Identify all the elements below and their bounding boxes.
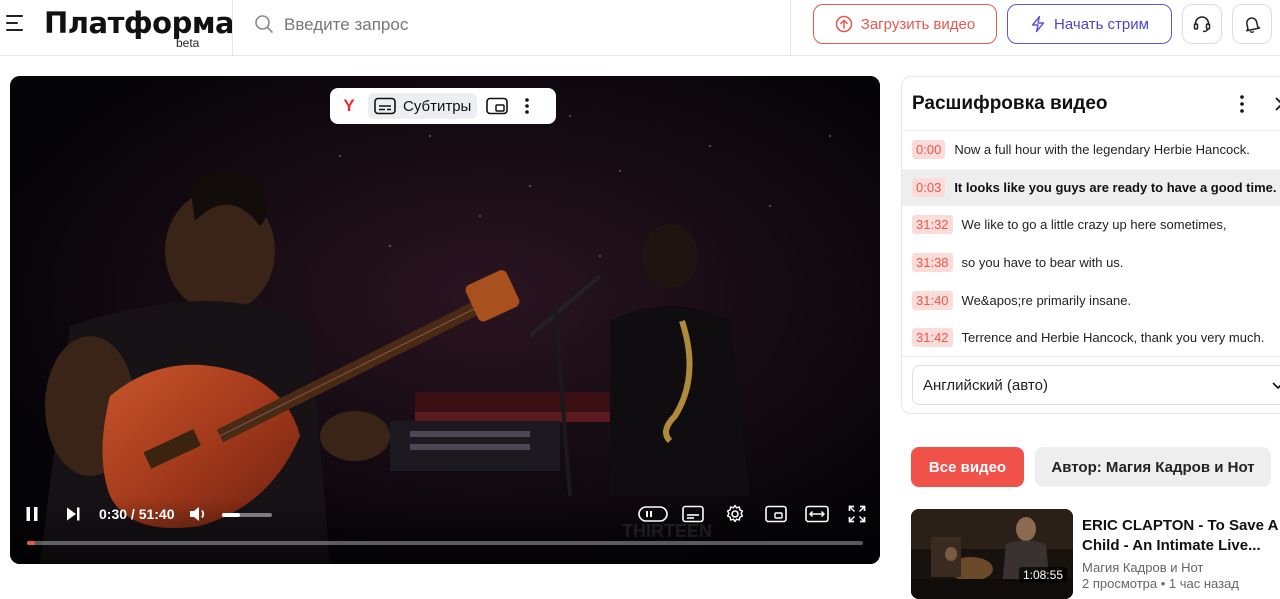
bell-icon	[1246, 17, 1261, 33]
more-vertical-icon	[525, 98, 530, 114]
progress-played	[27, 541, 36, 545]
miniplayer-icon	[765, 505, 787, 523]
transcript-text: Now a full hour with the legendary Herbi…	[954, 142, 1250, 158]
transcript-row[interactable]: 0:03 It looks like you guys are ready to …	[902, 168, 1280, 207]
volume-level	[222, 513, 240, 517]
gear-icon	[726, 504, 744, 523]
transcript-timestamp[interactable]: 0:03	[912, 177, 946, 197]
author-filter-button[interactable]: Автор: Магия Кадров и Нот	[1035, 447, 1271, 487]
transcript-timestamp[interactable]: 31:32	[912, 215, 953, 235]
search-input[interactable]	[284, 12, 764, 38]
start-stream-button[interactable]: Начать стрим	[1007, 4, 1172, 44]
divider	[902, 356, 1280, 357]
pause-icon	[26, 507, 38, 521]
transcript-text: We&apos;re primarily insane.	[961, 292, 1132, 308]
volume-button[interactable]	[186, 504, 210, 524]
picture-in-picture-button[interactable]	[483, 93, 511, 119]
video-duration: 1:08:55	[1018, 567, 1067, 583]
transcript-list: 0:00 Now a full hour with the legendary H…	[902, 131, 1280, 357]
subtitles-toolbar: Y Субтитры	[330, 88, 556, 124]
subtitles-icon	[374, 97, 396, 115]
transcript-timestamp[interactable]: 31:42	[912, 328, 953, 348]
transcript-timestamp[interactable]: 31:38	[912, 253, 953, 273]
settings-button[interactable]	[724, 504, 746, 524]
more-vertical-icon[interactable]	[1232, 93, 1252, 115]
support-button[interactable]	[1182, 4, 1222, 44]
video-author[interactable]: Магия Кадров и Нот	[1082, 560, 1203, 575]
video-frame: THIRTEEN	[10, 76, 880, 564]
header-divider	[232, 0, 233, 56]
all-videos-button[interactable]: Все видео	[911, 447, 1024, 487]
search-icon	[255, 15, 273, 33]
volume-slider[interactable]	[222, 513, 272, 517]
start-stream-label: Начать стрим	[1054, 15, 1149, 33]
transcript-row[interactable]: 31:40 We&apos;re primarily insane.	[902, 281, 1280, 319]
transcript-text: We like to go a little crazy up here som…	[961, 217, 1227, 233]
yandex-logo[interactable]: Y	[336, 93, 362, 119]
more-options-button[interactable]	[517, 93, 537, 119]
logo-beta-badge: beta	[176, 36, 200, 50]
fullscreen-icon	[848, 505, 866, 523]
upload-video-label: Загрузить видео	[860, 15, 976, 33]
transcript-text: so you have to bear with us.	[961, 255, 1124, 271]
volume-icon	[190, 507, 205, 521]
player-controls: 0:30 / 51:40	[10, 498, 880, 564]
transcript-timestamp[interactable]: 31:40	[912, 290, 953, 310]
video-title[interactable]: ERIC CLAPTON - To Save A Child - An Inti…	[1082, 516, 1280, 556]
transcript-title: Расшифровка видео	[912, 93, 1108, 114]
next-button[interactable]	[63, 504, 83, 524]
transcript-row[interactable]: 31:42 Terrence and Herbie Hancock, thank …	[902, 319, 1280, 357]
subtitles-label: Субтитры	[403, 97, 472, 115]
theater-mode-button[interactable]	[804, 504, 830, 524]
recommended-video-card[interactable]: 1:08:55 ERIC CLAPTON - To Save A Child -…	[911, 509, 1280, 599]
captions-icon	[682, 505, 704, 523]
skip-next-icon	[67, 507, 80, 521]
transcript-panel: Расшифровка видео 0:00 Now a full hour wi…	[901, 76, 1280, 414]
transcript-row[interactable]: 0:00 Now a full hour with the legendary H…	[902, 131, 1280, 169]
transcript-timestamp[interactable]: 0:00	[912, 140, 946, 160]
toggle-icon	[638, 506, 668, 522]
header-divider	[790, 0, 791, 56]
time-display: 0:30 / 51:40	[99, 506, 175, 522]
captions-button[interactable]	[681, 504, 705, 524]
transcript-text: It looks like you guys are ready to have…	[954, 179, 1277, 195]
miniplayer-button[interactable]	[764, 504, 788, 524]
headset-icon	[1193, 16, 1211, 33]
transcript-row[interactable]: 31:38 so you have to bear with us.	[902, 244, 1280, 282]
theater-icon	[805, 505, 829, 523]
lightning-icon	[1031, 15, 1045, 33]
language-select[interactable]: Английский (авто)	[912, 365, 1280, 405]
close-icon[interactable]	[1272, 93, 1280, 115]
chevron-down-icon	[1272, 382, 1280, 390]
video-player[interactable]: THIRTEEN Y Субтитры	[10, 76, 880, 564]
header: Платформа beta Загрузить видео Начать ст…	[0, 0, 1280, 56]
pause-button[interactable]	[22, 504, 42, 524]
transcript-text: Terrence and Herbie Hancock, thank you v…	[961, 330, 1265, 346]
menu-icon[interactable]	[6, 15, 26, 33]
progress-bar[interactable]	[27, 541, 863, 545]
upload-video-button[interactable]: Загрузить видео	[813, 4, 997, 44]
video-meta: 2 просмотра • 1 час назад	[1082, 576, 1239, 591]
logo[interactable]: Платформа	[44, 6, 235, 40]
fullscreen-button[interactable]	[846, 504, 868, 524]
language-select-value: Английский (авто)	[923, 376, 1048, 394]
subtitles-button[interactable]: Субтитры	[368, 93, 478, 119]
autoplay-toggle[interactable]	[638, 504, 668, 524]
upload-icon	[835, 15, 853, 33]
transcript-row[interactable]: 31:32 We like to go a little crazy up her…	[902, 206, 1280, 244]
pip-icon	[486, 97, 509, 115]
notifications-button[interactable]	[1232, 4, 1272, 44]
